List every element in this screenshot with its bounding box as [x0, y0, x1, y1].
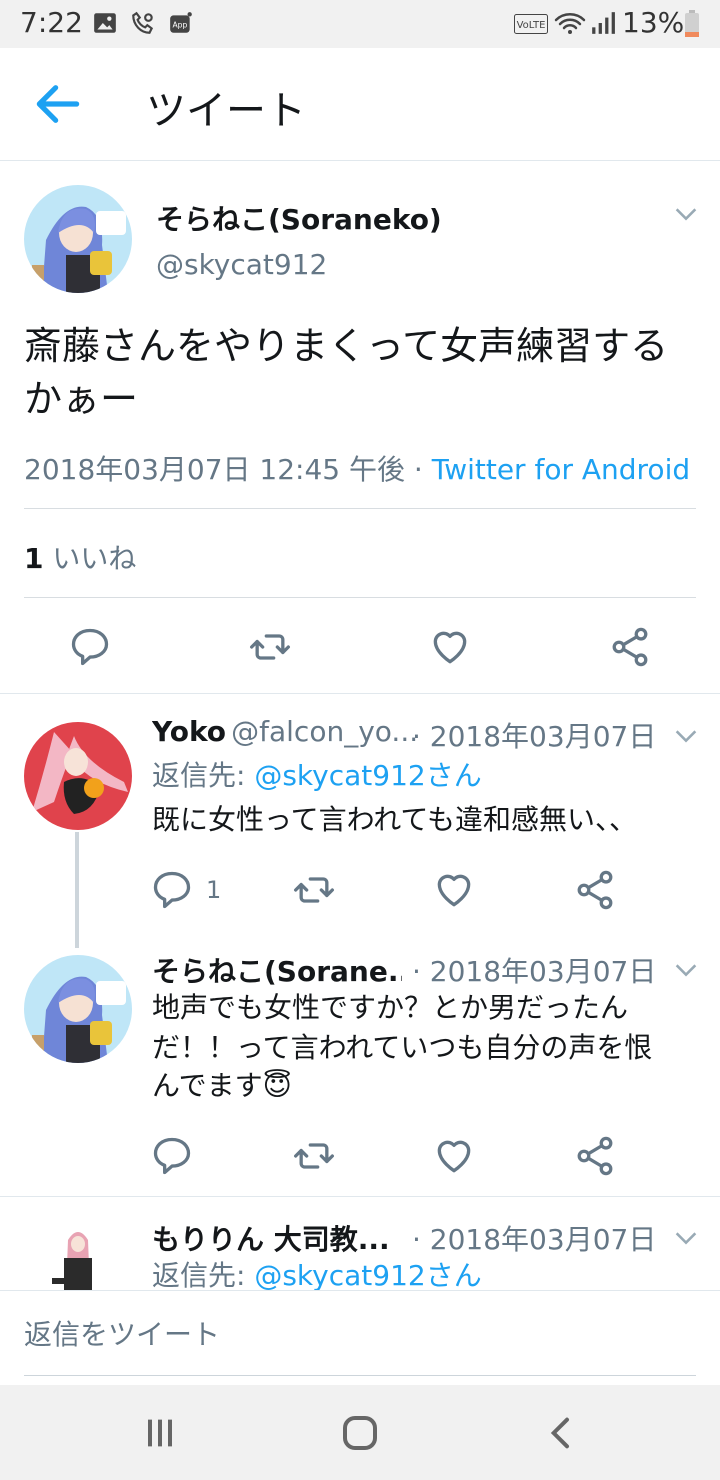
reply-date[interactable]: · 2018年03月07日: [412, 950, 656, 990]
reply-count: 1: [206, 876, 222, 904]
reply-text-line: だ！！って言われていつも自分の声を恨: [152, 1031, 653, 1064]
like-icon[interactable]: [428, 625, 472, 669]
section-divider: [0, 1196, 720, 1197]
status-bar: 7:22 App VoLTE 13%: [0, 0, 720, 48]
avatar-image: [24, 185, 132, 293]
reply-date[interactable]: · 2018年03月07日: [412, 715, 656, 755]
gallery-icon: [94, 13, 116, 33]
reply-to-handle[interactable]: @skycat912さん: [254, 1259, 481, 1290]
author-avatar[interactable]: [24, 185, 132, 293]
like-icon[interactable]: [432, 868, 476, 912]
reply-icon[interactable]: [150, 868, 194, 912]
tweet-text: 斎藤さんをやりまくって女声練習するかぁー: [24, 324, 669, 421]
signal-icon: [592, 12, 615, 34]
reply-handle[interactable]: @falcon_yo...: [231, 715, 418, 748]
retweet-icon[interactable]: [292, 868, 336, 912]
app-header: ツイート: [0, 48, 720, 161]
reply-text: 既に女性って言われても違和感無い、、: [152, 803, 637, 836]
svg-text:App: App: [173, 20, 188, 29]
call-settings-icon: [132, 11, 154, 34]
page-title: ツイート: [146, 88, 306, 134]
thread-line: [75, 832, 79, 948]
recent-apps-icon[interactable]: [140, 1413, 180, 1453]
reply-text-line: 地声でも女性ですか？とか男だったん: [152, 991, 629, 1024]
reply-input[interactable]: 返信をツイート: [24, 1313, 696, 1376]
avatar-image: [24, 1220, 132, 1290]
reply-date[interactable]: · 2018年03月07日: [412, 1218, 656, 1258]
share-icon[interactable]: [608, 625, 652, 669]
app-notification-icon: App: [170, 12, 192, 33]
likes-summary[interactable]: 1 いいね: [24, 537, 136, 577]
reply-to: 返信先: @skycat912さん: [152, 759, 482, 792]
divider: [24, 508, 696, 509]
system-nav-bar: [0, 1385, 720, 1480]
author-name[interactable]: そらねこ(Soraneko): [156, 198, 442, 238]
tweet-source[interactable]: Twitter for Android: [432, 453, 690, 486]
wifi-icon: [554, 13, 586, 34]
retweet-icon[interactable]: [248, 625, 292, 669]
battery-percent: 13%: [622, 6, 685, 39]
share-icon[interactable]: [573, 1134, 617, 1178]
reply-avatar-moririn[interactable]: [24, 1220, 132, 1290]
status-time: 7:22: [20, 6, 83, 39]
section-divider: [0, 693, 720, 694]
reply-to-handle[interactable]: @skycat912さん: [254, 759, 481, 792]
back-arrow-icon[interactable]: [30, 76, 86, 132]
reply-name[interactable]: もりりん 大司教...: [152, 1218, 392, 1258]
battery-icon: [685, 10, 699, 37]
meta-separator: ·: [405, 453, 432, 486]
chevron-down-icon[interactable]: [672, 200, 700, 228]
tweet-timestamp[interactable]: 2018年03月07日 12:45 午後: [24, 453, 405, 486]
reply-icon[interactable]: [150, 1134, 194, 1178]
svg-text:VoLTE: VoLTE: [517, 20, 546, 31]
retweet-icon[interactable]: [292, 1134, 336, 1178]
chevron-down-icon[interactable]: [672, 722, 700, 750]
reply-avatar-yoko[interactable]: [24, 722, 132, 830]
avatar-image: [24, 955, 132, 1063]
likes-label: いいね: [52, 542, 137, 575]
volte-icon: VoLTE: [514, 14, 548, 34]
reply-to: 返信先: @skycat912さん: [152, 1259, 482, 1290]
chevron-down-icon[interactable]: [672, 1224, 700, 1252]
reply-avatar-soraneko[interactable]: [24, 955, 132, 1063]
avatar-image: [24, 722, 132, 830]
share-icon[interactable]: [573, 868, 617, 912]
reply-composer: 返信をツイート: [0, 1290, 720, 1386]
tweet-meta: 2018年03月07日 12:45 午後 · Twitter for Andro…: [24, 448, 690, 488]
reply-name[interactable]: そらねこ(Sorane...: [152, 950, 402, 990]
reply-icon[interactable]: [68, 625, 112, 669]
back-nav-icon[interactable]: [542, 1413, 582, 1453]
reply-name[interactable]: Yoko: [152, 715, 226, 748]
author-handle[interactable]: @skycat912: [156, 248, 327, 281]
like-icon[interactable]: [432, 1134, 476, 1178]
home-icon[interactable]: [340, 1413, 380, 1453]
divider: [24, 597, 696, 598]
likes-count: 1: [24, 542, 44, 575]
chevron-down-icon[interactable]: [672, 956, 700, 984]
reply-text-line: んでます😇: [152, 1069, 292, 1102]
